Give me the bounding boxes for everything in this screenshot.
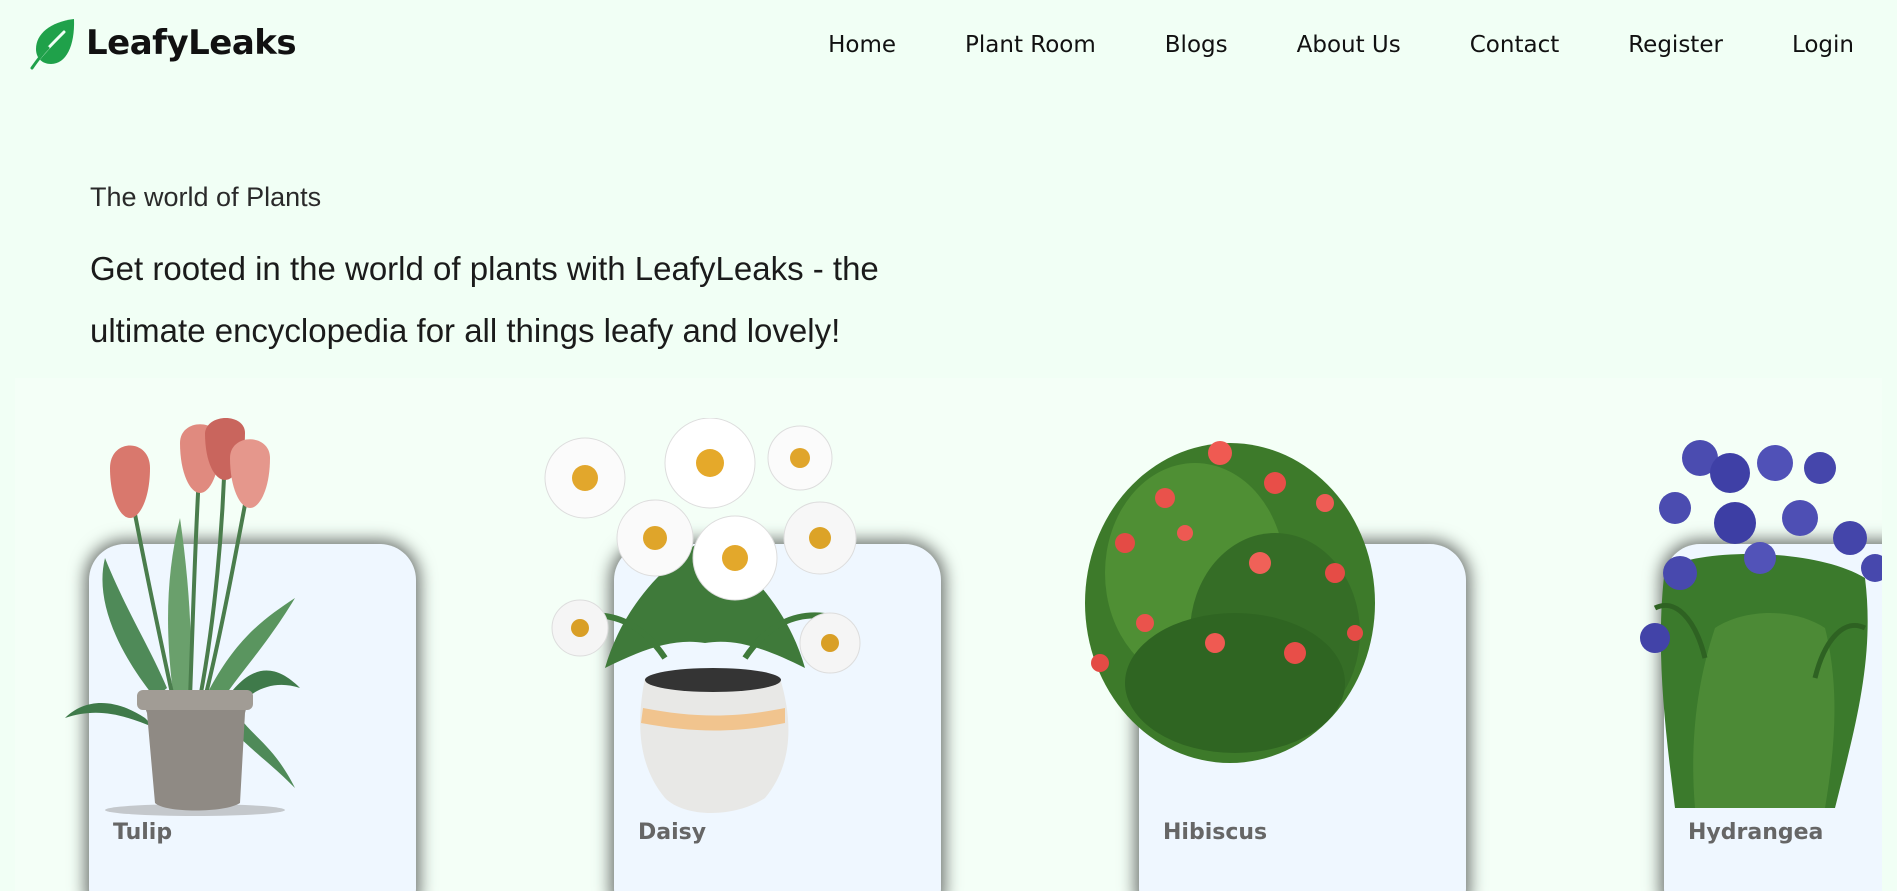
hero-title-line-2: ultimate encyclopedia for all things lea… <box>90 312 841 349</box>
plant-card-label: Daisy <box>638 820 707 845</box>
nav-blogs[interactable]: Blogs <box>1165 26 1228 64</box>
hero-title-line-1: Get rooted in the world of plants with L… <box>90 250 879 287</box>
leaf-icon <box>30 19 75 70</box>
plant-card-label: Hydrangea <box>1688 820 1824 845</box>
hero-section: The world of Plants Get rooted in the wo… <box>90 180 990 362</box>
brand-home-link[interactable]: LeafyLeaks <box>30 16 297 70</box>
nav-home[interactable]: Home <box>828 26 896 64</box>
brand-name: LeafyLeaks <box>86 23 297 63</box>
hero-title: Get rooted in the world of plants with L… <box>90 238 990 362</box>
main-nav: Home Plant Room Blogs About Us Contact R… <box>828 26 1854 64</box>
plant-card-label: Tulip <box>113 820 173 845</box>
plant-card-label: Hibiscus <box>1163 820 1268 845</box>
nav-login[interactable]: Login <box>1792 26 1854 64</box>
nav-register[interactable]: Register <box>1628 26 1723 64</box>
plant-carousel: Tulip Daisy Hibiscus Hydrangea <box>15 378 1882 891</box>
hibiscus-bush-icon <box>1085 441 1375 763</box>
nav-about-us[interactable]: About Us <box>1297 26 1401 64</box>
hydrangea-plant-icon <box>1640 440 1882 808</box>
tulip-pot-icon <box>65 418 300 816</box>
hero-eyebrow: The world of Plants <box>90 182 322 212</box>
daisy-pot-icon <box>544 418 861 813</box>
site-header: LeafyLeaks Home Plant Room Blogs About U… <box>0 0 1897 90</box>
nav-contact[interactable]: Contact <box>1470 26 1559 64</box>
nav-plant-room[interactable]: Plant Room <box>965 26 1096 64</box>
